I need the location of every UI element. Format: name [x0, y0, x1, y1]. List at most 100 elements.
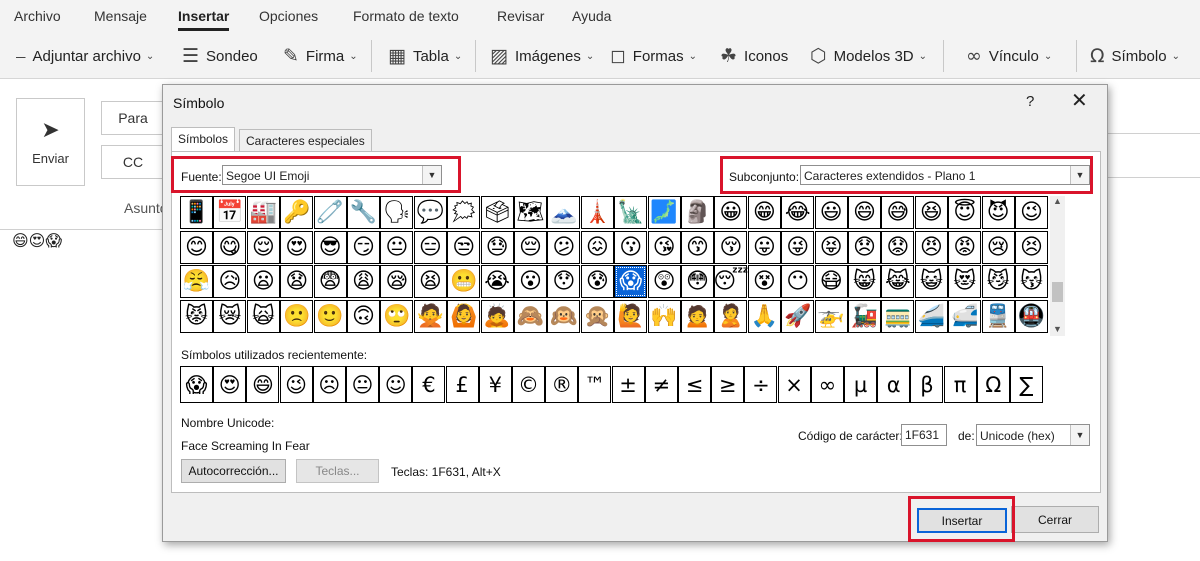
symbol-cell[interactable]: 🙎 [714, 300, 748, 333]
tab-archivo[interactable]: Archivo [14, 8, 61, 24]
symbol-cell[interactable]: 😠 [914, 231, 948, 264]
symbol-cell[interactable]: 😂 [781, 196, 815, 229]
symbol-cell[interactable]: 🗿 [681, 196, 714, 229]
symbol-cell[interactable]: 😉 [1015, 196, 1048, 229]
symbol-cell[interactable]: 😋 [213, 231, 247, 264]
tab-formato-de-texto[interactable]: Formato de texto [353, 8, 459, 24]
chevron-down-icon[interactable]: ⌄ [919, 51, 927, 62]
symbol-cell[interactable]: 😜 [781, 231, 815, 264]
recent-symbol-cell[interactable]: ® [545, 366, 579, 403]
recent-symbol-cell[interactable]: ± [611, 366, 645, 403]
recent-symbol-cell[interactable]: ≤ [678, 366, 711, 403]
symbol-cell[interactable]: 😷 [814, 265, 848, 298]
recent-symbol-cell[interactable]: β [910, 366, 944, 403]
firma-button[interactable]: ✎ Firma ⌄ [283, 44, 358, 68]
tab-opciones[interactable]: Opciones [259, 8, 318, 24]
symbol-cell[interactable]: 😇 [948, 196, 982, 229]
chevron-down-icon[interactable]: ⌄ [1044, 51, 1052, 62]
recent-symbol-cell[interactable]: £ [445, 366, 479, 403]
tab-revisar[interactable]: Revisar [497, 8, 544, 24]
symbol-cell[interactable]: 🏭 [246, 196, 280, 229]
symbol-cell[interactable]: 💬 [413, 196, 447, 229]
symbol-cell[interactable]: 🗺 [514, 196, 547, 229]
recent-symbol-cell[interactable]: ™ [578, 366, 612, 403]
chevron-down-icon[interactable]: ⌄ [454, 51, 462, 62]
symbol-cell[interactable]: 🗯 [447, 196, 481, 229]
symbol-cell[interactable]: 📱 [180, 196, 213, 229]
symbol-cell[interactable]: 🙊 [580, 300, 614, 333]
autocorrect-button[interactable]: Autocorrección... [181, 459, 286, 483]
symbol-cell[interactable]: 🗽 [614, 196, 648, 229]
recent-symbol-cell[interactable]: 😉 [279, 366, 313, 403]
modelos-3d-button[interactable]: ⬡ Modelos 3D ⌄ [810, 44, 927, 68]
symbol-cell[interactable]: 📅 [213, 196, 247, 229]
chevron-down-icon[interactable]: ⌄ [146, 51, 154, 62]
recent-symbol-cell[interactable]: 😐 [346, 366, 379, 403]
symbol-cell[interactable]: 😝 [814, 231, 848, 264]
recent-symbol-cell[interactable]: π [943, 366, 977, 403]
symbol-cell[interactable]: 🚆 [981, 300, 1015, 333]
recent-symbol-cell[interactable]: ÷ [744, 366, 778, 403]
send-button[interactable]: ➤ Enviar [16, 98, 85, 186]
symbol-cell[interactable]: 😅 [881, 196, 915, 229]
symbol-cell[interactable]: 🙄 [380, 300, 414, 333]
symbol-cell[interactable]: 🚅 [948, 300, 982, 333]
symbol-cell[interactable]: 🚁 [814, 300, 848, 333]
symbol-cell[interactable]: 🗻 [547, 196, 581, 229]
symbol-cell[interactable]: 😦 [246, 265, 280, 298]
cc-button[interactable]: CC [101, 145, 165, 179]
message-body[interactable]: 😄😍😱 [12, 231, 62, 250]
recent-symbol-cell[interactable]: ∞ [810, 366, 844, 403]
symbol-cell[interactable]: 🙂 [313, 300, 347, 333]
symbol-cell[interactable]: 🙁 [280, 300, 314, 333]
symbol-cell[interactable]: 😭 [480, 265, 514, 298]
symbol-cell[interactable]: 😿 [213, 300, 247, 333]
symbol-cell[interactable]: 😆 [914, 196, 948, 229]
recent-symbol-cell[interactable]: 😍 [213, 366, 247, 403]
symbol-cell[interactable]: 😎 [313, 231, 347, 264]
symbol-cell[interactable]: 😊 [180, 231, 213, 264]
cancel-button[interactable]: Cerrar [1011, 506, 1099, 533]
symbol-cell[interactable]: 🔑 [280, 196, 314, 229]
to-button[interactable]: Para [101, 101, 165, 135]
symbol-cell[interactable]: 😑 [413, 231, 447, 264]
symbol-cell[interactable]: 🙀 [246, 300, 280, 333]
symbol-cell[interactable]: 😒 [447, 231, 481, 264]
scroll-thumb[interactable] [1052, 282, 1063, 302]
recent-symbol-cell[interactable]: µ [844, 366, 877, 403]
symbol-cell[interactable]: 😸 [848, 265, 881, 298]
symbol-cell[interactable]: 😬 [447, 265, 481, 298]
tab-mensaje[interactable]: Mensaje [94, 8, 147, 24]
symbol-cell[interactable]: 😛 [747, 231, 781, 264]
symbol-cell[interactable]: 😞 [848, 231, 881, 264]
symbol-cell[interactable]: 😗 [614, 231, 648, 264]
scroll-down-icon[interactable]: ▼ [1050, 324, 1065, 334]
symbol-cell[interactable]: 😪 [380, 265, 414, 298]
adjuntar-archivo-button[interactable]: ⎯ Adjuntar archivo ⌄ [16, 44, 154, 68]
scroll-up-icon[interactable]: ▲ [1050, 196, 1065, 206]
recent-symbol-cell[interactable]: ≥ [711, 366, 745, 403]
symbol-cell[interactable]: 😙 [681, 231, 714, 264]
symbol-cell[interactable]: 🙏 [747, 300, 781, 333]
tab-ayuda[interactable]: Ayuda [572, 8, 611, 24]
from-select[interactable]: Unicode (hex) ▼ [976, 424, 1090, 446]
formas-button[interactable]: ◻ Formas ⌄ [610, 44, 697, 68]
symbol-cell[interactable]: 😼 [981, 265, 1015, 298]
symbol-cell[interactable]: 🙅 [413, 300, 447, 333]
symbol-cell[interactable]: 😚 [714, 231, 748, 264]
symbol-cell[interactable]: 🗣 [380, 196, 414, 229]
recent-symbol-cell[interactable]: 😱 [180, 366, 213, 403]
symbol-cell[interactable]: 😶 [781, 265, 815, 298]
symbol-cell[interactable]: 😳 [681, 265, 714, 298]
recent-symbol-cell[interactable]: × [777, 366, 811, 403]
symbol-cell[interactable]: 😻 [948, 265, 982, 298]
symbol-cell[interactable]: 🙍 [681, 300, 714, 333]
symbol-cell[interactable]: 🚄 [914, 300, 948, 333]
symbol-cell[interactable]: 😀 [714, 196, 748, 229]
iconos-button[interactable]: ☘ Iconos [720, 44, 788, 68]
symbol-cell[interactable]: 😔 [514, 231, 547, 264]
symbol-cell[interactable]: 😥 [213, 265, 247, 298]
tabla-button[interactable]: ▦ Tabla ⌄ [388, 44, 462, 68]
close-icon[interactable]: ✕ [1071, 91, 1088, 111]
symbol-cell[interactable]: 🔧 [347, 196, 380, 229]
